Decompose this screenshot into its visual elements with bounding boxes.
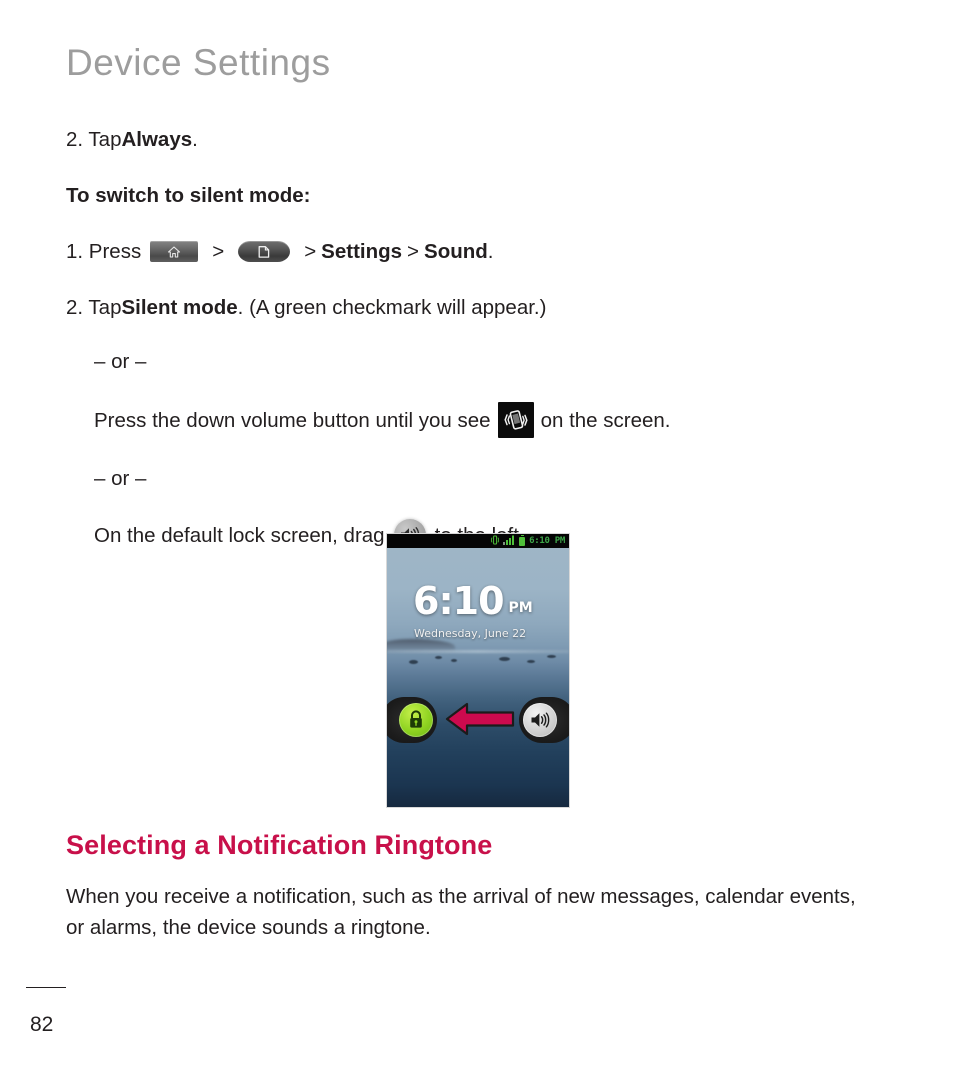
lock-icon[interactable] — [399, 703, 433, 737]
wallpaper-rock — [547, 655, 556, 658]
vibrate-icon — [497, 402, 534, 439]
step-always-bold: Always — [121, 128, 193, 151]
silent-suffix: . (A green checkmark will appear.) — [237, 296, 547, 320]
wallpaper-rock — [527, 660, 535, 663]
battery-icon — [519, 534, 526, 546]
step-tap-always: 2. Tap Always. — [66, 126, 896, 153]
volume-suffix-label: on the screen. — [540, 408, 671, 432]
footer-divider — [26, 987, 66, 988]
wallpaper-rock — [409, 660, 418, 664]
sound-knob-icon[interactable] — [523, 703, 557, 737]
step-volume-down: Press the down volume button until you s… — [94, 402, 896, 439]
wallpaper-horizon — [387, 650, 569, 653]
home-key-icon[interactable] — [150, 241, 199, 263]
menu-key-icon[interactable] — [238, 241, 291, 263]
or-divider-1: – or – — [94, 350, 147, 374]
step-always-suffix: . — [192, 128, 198, 151]
subheading-silent-mode: To switch to silent mode: — [66, 184, 311, 208]
step-tap-silent-mode: 2. Tap Silent mode. (A green checkmark w… — [66, 294, 896, 321]
wallpaper — [387, 534, 569, 807]
instructions-content: 2. Tap Always. To switch to silent mode:… — [66, 126, 896, 580]
sound-suffix: . — [487, 240, 494, 264]
drag-left-arrow — [445, 701, 515, 737]
unlock-tab-left[interactable] — [387, 697, 437, 743]
path-separator-2: > — [304, 240, 317, 264]
settings-label: Settings — [321, 240, 403, 264]
page-number: 82 — [30, 1013, 54, 1036]
lockscreen-prefix-label: On the default lock screen, drag — [94, 523, 385, 547]
wallpaper-rock — [499, 657, 510, 661]
lockscreen-clock: 6:10 PM — [413, 582, 533, 620]
signal-bars-icon — [503, 534, 515, 550]
volume-prefix-label: Press the down volume button until you s… — [94, 408, 491, 432]
silent-mode-bold: Silent mode — [121, 296, 238, 320]
lockscreen-date: Wednesday, June 22 — [414, 627, 527, 640]
page-title: Device Settings — [66, 42, 331, 83]
status-bar-clock: 6:10 PM — [529, 535, 565, 546]
path-separator-3: > — [407, 240, 420, 264]
section-heading: Selecting a Notification Ringtone — [66, 830, 493, 860]
phone-lockscreen-screenshot: 6:10 PM 6:10 PM Wednesday, June 22 — [386, 533, 570, 808]
status-bar: 6:10 PM — [387, 534, 569, 548]
silent-prefix: 2. Tap — [66, 296, 122, 320]
lockscreen-ampm: PM — [508, 600, 533, 616]
unlock-tab-right[interactable] — [519, 697, 569, 743]
lockscreen-time: 6:10 — [413, 579, 505, 623]
step-press-path: 1. Press > > Settings > Sound. — [66, 238, 896, 265]
wallpaper-rock — [451, 659, 457, 662]
path-separator-1: > — [212, 240, 225, 264]
wallpaper-rock — [435, 656, 442, 659]
vibrate-status-icon — [490, 534, 500, 550]
step-always-prefix: 2. Tap — [66, 128, 122, 151]
or-divider-2: – or – — [94, 467, 147, 491]
sound-label: Sound — [424, 240, 488, 264]
press-prefix-label: 1. Press — [66, 240, 142, 264]
section-body-text: When you receive a notification, such as… — [66, 885, 856, 940]
